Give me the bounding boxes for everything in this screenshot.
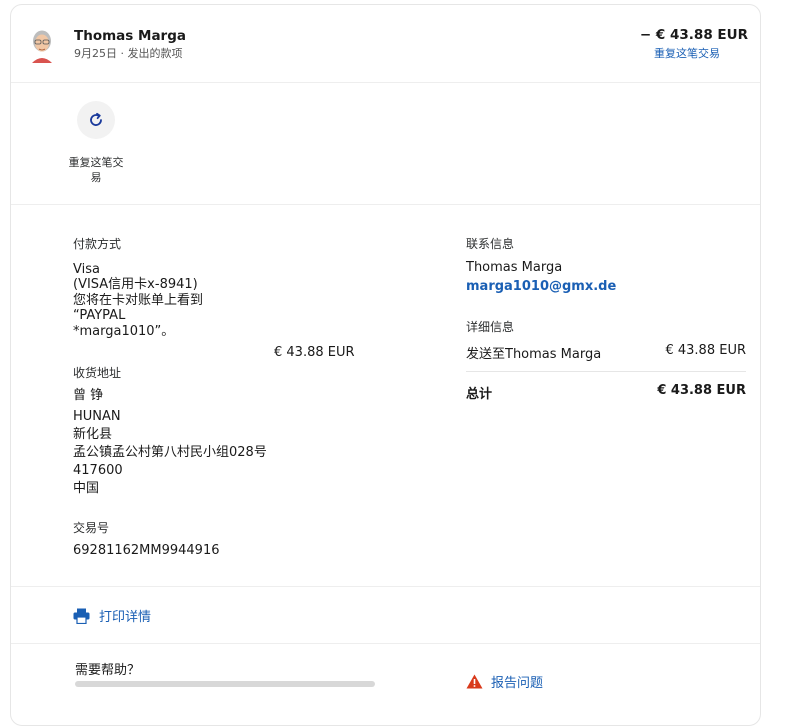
contact-title: 联系信息	[466, 237, 515, 251]
shipping-line1: HUNAN	[73, 409, 121, 424]
section-divider	[11, 586, 760, 587]
shipping-line2: 新化县	[73, 427, 113, 442]
transaction-id: 69281162MM9944916	[73, 543, 220, 558]
details-title: 详细信息	[466, 320, 515, 334]
warning-icon	[466, 674, 483, 689]
sent-to-row: 发送至Thomas Marga € 43.88 EUR	[466, 343, 746, 362]
help-title: 需要帮助？	[75, 663, 141, 678]
statement-note-line3: *marga1010”。	[73, 324, 175, 339]
transaction-header: Thomas Marga 9月25日 · 发出的款项 − € 43.88 EUR…	[11, 5, 760, 83]
transaction-id-title: 交易号	[73, 521, 110, 535]
transaction-amount: − € 43.88 EUR	[639, 27, 748, 43]
transaction-card: Thomas Marga 9月25日 · 发出的款项 − € 43.88 EUR…	[10, 4, 761, 726]
shipping-country: 中国	[73, 481, 100, 496]
refresh-icon	[90, 112, 102, 126]
repeat-transaction-label: 重复这笔交易	[68, 156, 124, 184]
report-problem-link[interactable]: 报告问题	[466, 672, 543, 691]
shipping-postcode: 417600	[73, 463, 123, 478]
total-amount: € 43.88 EUR	[657, 383, 746, 398]
payee-name: Thomas Marga	[74, 28, 186, 44]
payment-method-name: Visa	[73, 262, 100, 277]
shipping-line3: 孟公镇孟公村第八村民小组028号	[73, 445, 267, 460]
shipping-name: 曾 铮	[73, 388, 104, 403]
transaction-subtitle: 9月25日 · 发出的款项	[74, 47, 183, 60]
shipping-title: 收货地址	[73, 366, 122, 380]
total-row: 总计 € 43.88 EUR	[466, 383, 746, 402]
contact-name: Thomas Marga	[466, 260, 563, 275]
print-details-button[interactable]: 打印详情	[73, 606, 151, 625]
payment-method-title: 付款方式	[73, 237, 122, 251]
report-problem-label: 报告问题	[491, 676, 544, 691]
avatar	[32, 30, 52, 63]
payment-amount: € 43.88 EUR	[274, 345, 355, 360]
help-text-placeholder	[75, 681, 375, 687]
sent-to-amount: € 43.88 EUR	[665, 343, 746, 358]
quick-actions: 重复这笔交易	[11, 83, 760, 205]
total-label: 总计	[466, 387, 493, 402]
contact-email-link[interactable]: marga1010@gmx.de	[466, 279, 616, 294]
payment-card: (VISA信用卡x-8941)	[73, 277, 198, 292]
printer-icon	[73, 608, 90, 624]
print-details-label: 打印详情	[99, 610, 152, 625]
section-divider	[11, 643, 760, 644]
repeat-transaction-link[interactable]: 重复这笔交易	[654, 45, 720, 61]
statement-note-line2: “PAYPAL	[73, 308, 126, 323]
sent-to-label: 发送至Thomas Marga	[466, 347, 602, 362]
details-divider	[466, 371, 746, 372]
statement-note-line1: 您将在卡对账单上看到	[73, 293, 204, 308]
repeat-transaction-button[interactable]	[77, 101, 115, 139]
